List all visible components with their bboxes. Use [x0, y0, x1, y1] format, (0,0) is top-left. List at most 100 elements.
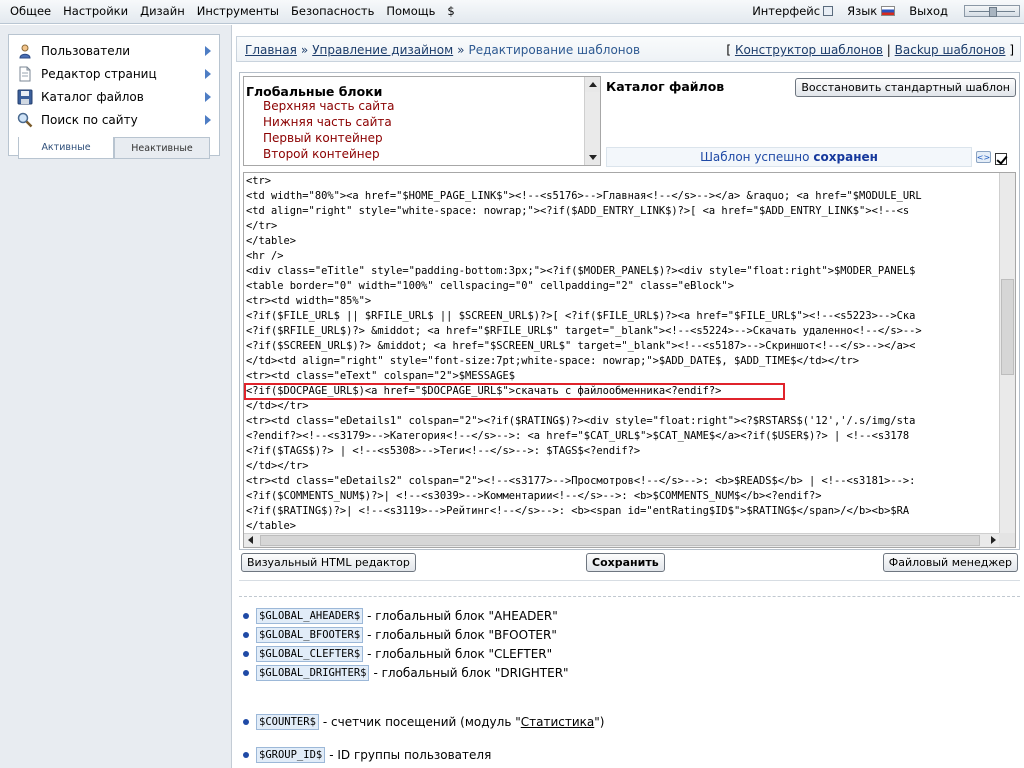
menu-dollar[interactable]: $: [447, 4, 454, 18]
menu-settings[interactable]: Настройки: [63, 4, 128, 18]
variable-code[interactable]: $GLOBAL_BFOOTER$: [256, 627, 364, 643]
left-panel: Пользователи Редактор страниц Каталог фа…: [0, 25, 232, 768]
save-status-message: Шаблон успешно сохранен: [606, 147, 972, 167]
template-editor: Глобальные блоки Верхняя часть сайта Ниж…: [239, 72, 1020, 550]
variable-code[interactable]: $GLOBAL_AHEADER$: [256, 608, 364, 624]
sidebar-item-users[interactable]: Пользователи: [9, 39, 219, 62]
variable-code[interactable]: $GROUP_ID$: [256, 747, 326, 763]
bracket-open: [: [726, 43, 732, 57]
breadcrumb-home-link[interactable]: Главная: [245, 43, 297, 57]
breadcrumb-current: Редактирование шаблонов: [468, 43, 641, 57]
scrollbar-corner: [999, 533, 1015, 547]
variable-code[interactable]: $COUNTER$: [256, 714, 319, 730]
template-constructor-link[interactable]: Конструктор шаблонов: [735, 43, 883, 57]
dotted-divider: [239, 596, 1020, 597]
global-blocks-title: Глобальные блоки: [246, 84, 383, 99]
bullet-icon: [243, 613, 249, 619]
floppy-disk-icon: [17, 89, 33, 105]
sidebar-item-file-catalog[interactable]: Каталог файлов: [9, 85, 219, 108]
variable-item: $GROUP_ID$ - ID группы пользователя: [243, 747, 491, 763]
code-line: <tr><td class="eText" colspan="2">$MESSA…: [246, 370, 515, 382]
tab-inactive[interactable]: Неактивные: [114, 137, 210, 159]
variable-desc: - глобальный блок "DRIGHTER": [373, 666, 569, 680]
global-blocks-list[interactable]: Глобальные блоки Верхняя часть сайта Ниж…: [243, 76, 601, 166]
scroll-up-icon[interactable]: [585, 77, 600, 92]
variable-desc: - счетчик посещений (модуль "Статистика"…: [323, 715, 605, 729]
file-catalog-link[interactable]: Каталог файлов: [606, 79, 724, 94]
breadcrumb-design-link[interactable]: Управление дизайном: [312, 43, 453, 57]
variable-desc: - ID группы пользователя: [329, 748, 492, 762]
global-block-item[interactable]: Верхняя часть сайта: [263, 99, 394, 115]
global-block-item[interactable]: Нижняя часть сайта: [263, 115, 394, 131]
scroll-down-icon[interactable]: [585, 150, 600, 165]
menu-security[interactable]: Безопасность: [291, 4, 374, 18]
code-line: <tr><td class="eDetails2" colspan="2"><!…: [246, 475, 916, 487]
tab-active[interactable]: Активные: [18, 137, 114, 159]
sidebar-item-page-editor[interactable]: Редактор страниц: [9, 62, 219, 85]
interface-toggle[interactable]: Интерфейс: [752, 4, 834, 18]
links-separator: |: [886, 43, 891, 57]
file-manager-button[interactable]: Файловый менеджер: [882, 553, 1018, 572]
variable-item: $GLOBAL_CLEFTER$ - глобальный блок "CLEF…: [243, 646, 552, 662]
global-blocks-scrollbar[interactable]: [584, 77, 600, 165]
interface-box-icon: [823, 6, 834, 16]
breadcrumb-separator: »: [300, 43, 309, 57]
wrap-checkbox[interactable]: [995, 153, 1007, 165]
save-button[interactable]: Сохранить: [586, 553, 665, 572]
sidebar-item-label: Редактор страниц: [41, 66, 157, 81]
bullet-icon: [243, 632, 249, 638]
visual-html-editor-button[interactable]: Визуальный HTML редактор: [241, 553, 416, 572]
menu-general[interactable]: Общее: [10, 4, 51, 18]
code-line: <tr><td width="85%">: [246, 295, 372, 307]
bullet-icon: [243, 719, 249, 725]
main-menu: Общее Настройки Дизайн Инструменты Безоп…: [4, 4, 461, 18]
save-status-text: Шаблон успешно: [700, 150, 810, 164]
code-horizontal-scrollbar[interactable]: [244, 533, 1001, 547]
template-tools-links: [ Конструктор шаблонов | Backup шаблонов…: [726, 43, 1014, 57]
variable-item: $GLOBAL_AHEADER$ - глобальный блок "AHEA…: [243, 608, 558, 624]
variable-code[interactable]: $GLOBAL_DRIGHTER$: [256, 665, 370, 681]
template-backup-link[interactable]: Backup шаблонов: [895, 43, 1006, 57]
sidebar-item-label: Пользователи: [41, 43, 131, 58]
variable-item: $COUNTER$ - счетчик посещений (модуль "С…: [243, 714, 604, 730]
statistics-link[interactable]: Статистика: [521, 715, 595, 729]
code-line: <td align="right" style="white-space: no…: [246, 205, 910, 217]
restore-default-template-button[interactable]: Восстановить стандартный шаблон: [795, 78, 1016, 97]
logout-link[interactable]: Выход: [909, 4, 948, 18]
menu-tools[interactable]: Инструменты: [197, 4, 279, 18]
code-line: <table border="0" width="100%" cellspaci…: [246, 280, 734, 292]
users-icon: [17, 43, 33, 59]
top-right-controls: Интерфейс Язык Выход: [752, 4, 1024, 18]
chevron-right-icon: [205, 92, 211, 102]
divider: [239, 580, 1020, 581]
code-line: <?endif?><!--<s3179>-->Категория<!--</s>…: [246, 430, 910, 442]
global-block-item[interactable]: Первый контейнер: [263, 131, 394, 147]
code-editor[interactable]: <tr> <td width="80%"><a href="$HOME_PAGE_…: [243, 172, 1016, 548]
variable-code[interactable]: $GLOBAL_CLEFTER$: [256, 646, 364, 662]
scroll-right-icon[interactable]: [991, 536, 996, 544]
code-line: <?if($DOCPAGE_URL$)<a href="$DOCPAGE_URL…: [246, 385, 722, 397]
code-line: <hr />: [246, 250, 284, 262]
code-line: <?if($SCREEN_URL$)?> &middot; <a href="$…: [246, 340, 916, 352]
menu-help[interactable]: Помощь: [386, 4, 435, 18]
scroll-thumb[interactable]: [260, 535, 980, 546]
breadcrumb: Главная» Управление дизайном» Редактирован…: [245, 43, 640, 57]
sidebar-item-label: Поиск по сайту: [41, 112, 138, 127]
save-status-bold: сохранен: [813, 150, 878, 164]
code-line: </tr>: [246, 220, 278, 232]
code-vertical-scrollbar[interactable]: [999, 173, 1015, 533]
wrap-toggle-icon[interactable]: <>: [976, 151, 991, 163]
scroll-thumb[interactable]: [1001, 279, 1014, 375]
scroll-left-icon[interactable]: [248, 536, 253, 544]
global-block-item[interactable]: Второй контейнер: [263, 147, 394, 163]
code-line: <?if($FILE_URL$ || $RFILE_URL$ || $SCREE…: [246, 310, 916, 322]
menu-design[interactable]: Дизайн: [140, 4, 185, 18]
sidebar-item-site-search[interactable]: Поиск по сайту: [9, 108, 219, 131]
code-line: </table>: [246, 520, 297, 532]
top-menu-bar: Общее Настройки Дизайн Инструменты Безоп…: [0, 0, 1024, 24]
width-slider[interactable]: [964, 5, 1020, 17]
code-line: <?if($RATING$)?>| <!--<s3119>-->Рейтинг<…: [246, 505, 910, 517]
code-line: </td></tr>: [246, 460, 309, 472]
language-selector[interactable]: Язык: [847, 4, 896, 18]
breadcrumb-bar: Главная» Управление дизайном» Редактирован…: [236, 36, 1021, 62]
